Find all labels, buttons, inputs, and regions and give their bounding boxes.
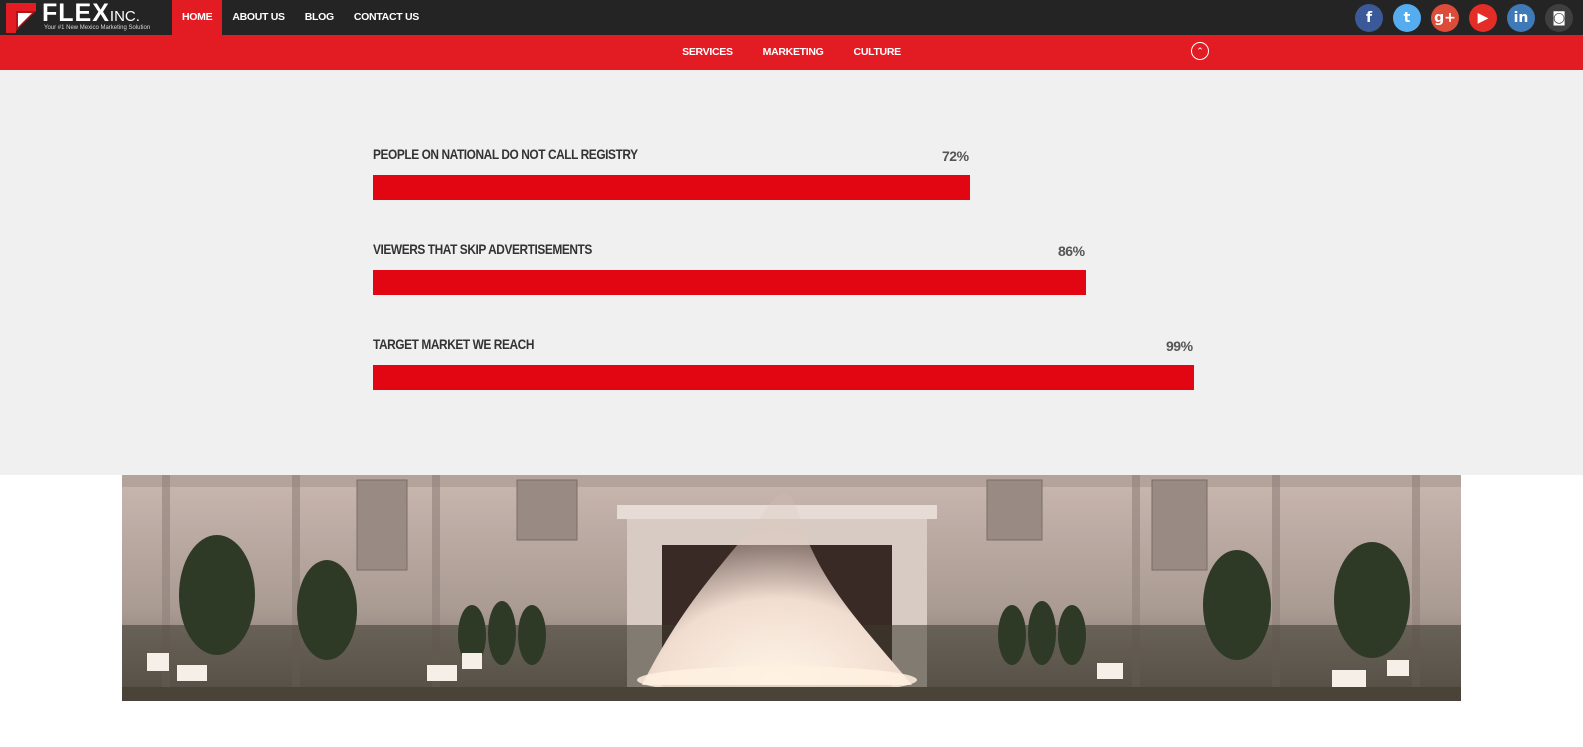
top-navbar: FLEXINC. Your #1 New Mexico Marketing So… [0, 0, 1583, 35]
stat-percent: 99% [1166, 338, 1193, 354]
logo-mark-icon [6, 3, 36, 33]
linkedin-icon[interactable]: in [1507, 4, 1535, 32]
subnav-culture[interactable]: CULTURE [839, 35, 916, 70]
google-plus-icon[interactable]: g+ [1431, 4, 1459, 32]
subnav-marketing-label: MARKETING [762, 46, 824, 58]
stat-label: VIEWERS THAT SKIP ADVERTISEMENTS [373, 241, 592, 257]
stat-percent: 72% [942, 148, 969, 164]
stat-label: TARGET MARKET WE REACH [373, 336, 534, 352]
twitter-icon[interactable]: t [1393, 4, 1421, 32]
section-nav: SERVICES MARKETING CULTURE [0, 35, 1583, 76]
flex-logo[interactable]: FLEXINC. Your #1 New Mexico Marketing So… [6, 0, 156, 34]
logo-suffix: INC. [109, 8, 140, 25]
youtube-icon[interactable]: ▶ [1469, 4, 1497, 32]
subnav-services[interactable]: SERVICES [667, 35, 748, 70]
logo-tagline: Your #1 New Mexico Marketing Solution [44, 25, 151, 31]
nav-contact-us[interactable]: CONTACT US [344, 0, 429, 35]
sub-navbar: SERVICES MARKETING CULTURE ⌃ [0, 35, 1583, 76]
subnav-services-label: SERVICES [682, 46, 733, 58]
progress-track [373, 175, 1202, 200]
facebook-icon[interactable]: f [1355, 4, 1383, 32]
progress-fill [373, 175, 970, 200]
stat-percent: 86% [1058, 243, 1085, 259]
progress-fill [373, 270, 1086, 295]
progress-track [373, 270, 1202, 295]
fountain-photo-illustration [122, 475, 1461, 701]
marketing-stats: PEOPLE ON NATIONAL DO NOT CALL REGISTRY … [0, 70, 1583, 475]
progress-fill [373, 365, 1194, 390]
subnav-culture-label: CULTURE [853, 46, 902, 58]
stat-label: PEOPLE ON NATIONAL DO NOT CALL REGISTRY [373, 146, 638, 162]
instagram-icon[interactable]: ◙ [1545, 4, 1573, 32]
social-links: f t g+ ▶ in ◙ [1345, 4, 1573, 32]
nav-blog[interactable]: BLOG [295, 0, 344, 35]
progress-track [373, 365, 1202, 390]
main-nav: HOME ABOUT US BLOG CONTACT US [172, 0, 429, 35]
subnav-marketing[interactable]: MARKETING [748, 35, 839, 76]
fountain-photo [122, 475, 1461, 701]
logo-name: FLEX [42, 0, 110, 27]
chevron-up-circle-icon[interactable]: ⌃ [1191, 42, 1209, 60]
nav-about-us[interactable]: ABOUT US [222, 0, 294, 35]
nav-home[interactable]: HOME [172, 0, 223, 35]
